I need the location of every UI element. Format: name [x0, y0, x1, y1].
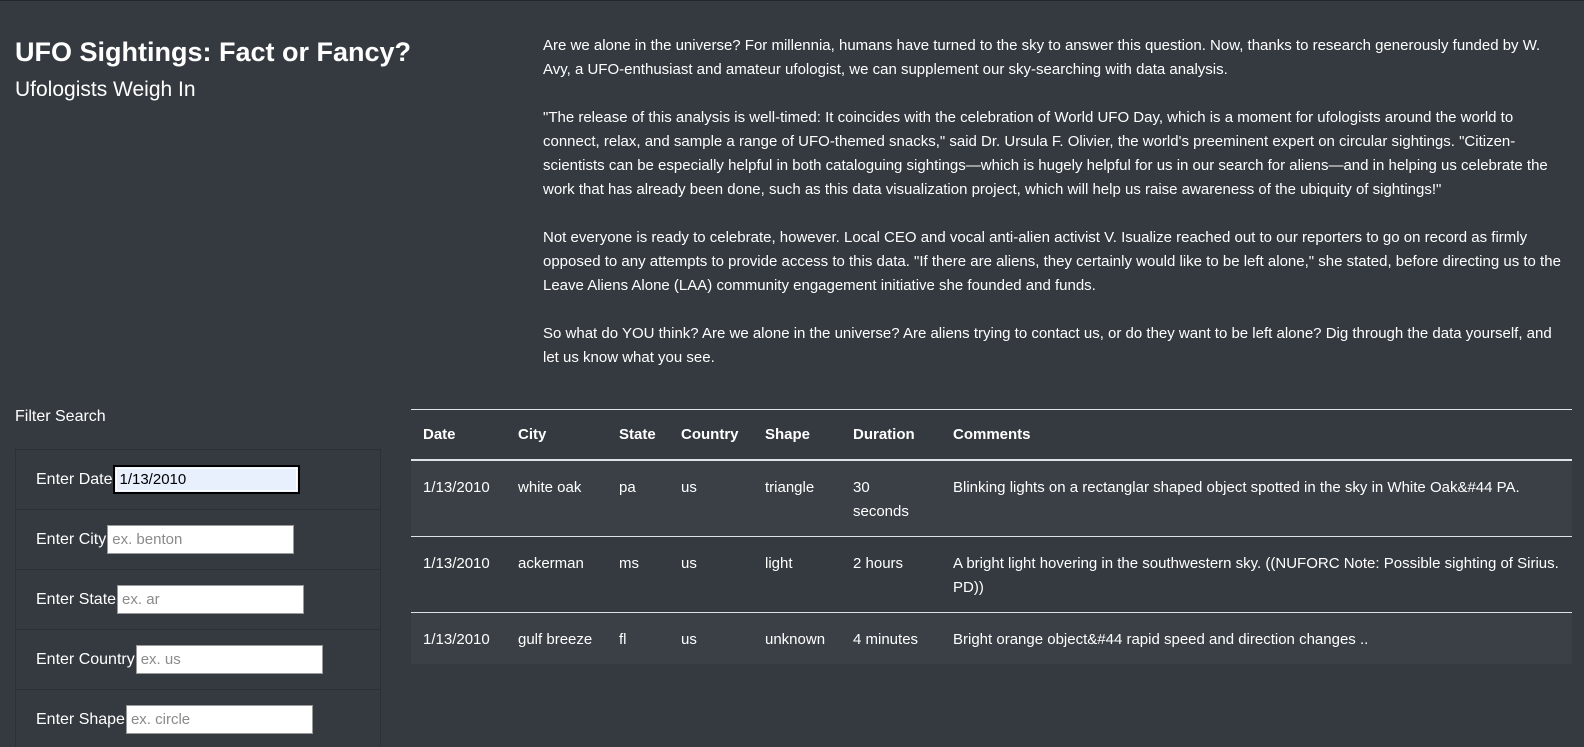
- filter-item-country: Enter Country: [16, 630, 380, 690]
- date-filter-label: Enter Date: [36, 470, 113, 488]
- filter-search-title: Filter Search: [15, 408, 106, 425]
- cell-shape: light: [753, 536, 841, 613]
- filter-item-state: Enter State: [16, 570, 380, 630]
- filter-item-shape: Enter Shape: [16, 690, 380, 747]
- table-row: 1/13/2010 ackerman ms us light 2 hours A…: [411, 536, 1572, 613]
- filter-item-city: Enter City: [16, 510, 380, 570]
- state-filter-label: Enter State: [36, 590, 117, 608]
- country-filter-input[interactable]: [135, 645, 323, 674]
- cell-country: us: [669, 460, 753, 537]
- page-subtitle: Ufologists Weigh In: [15, 78, 196, 101]
- page-title-main: UFO Sightings: Fact or Fancy?: [15, 37, 412, 67]
- ufo-table: Date City State Country Shape Duration C…: [411, 409, 1572, 664]
- filter-item-date: Enter Date: [16, 450, 380, 510]
- cell-city: gulf breeze: [518, 631, 593, 648]
- article-paragraph: Not everyone is ready to celebrate, howe…: [543, 229, 1561, 294]
- cell-city: ackerman: [506, 536, 607, 613]
- cell-country: us: [681, 631, 697, 648]
- cell-country: us: [669, 536, 753, 613]
- cell-shape: triangle: [753, 460, 841, 537]
- cell-comments: A bright light hovering in the southwest…: [941, 536, 1572, 613]
- column-header-state: State: [607, 409, 669, 461]
- article-paragraph: So what do YOU think? Are we alone in th…: [543, 325, 1552, 366]
- shape-filter-input[interactable]: [125, 705, 313, 734]
- date-filter-input[interactable]: [113, 465, 301, 494]
- table-row: 1/13/2010 white oak pa us triangle 30 se…: [411, 460, 1572, 537]
- article-text: Are we alone in the universe? For millen…: [543, 34, 1563, 370]
- table-header-row: Date City State Country Shape Duration C…: [411, 409, 1572, 461]
- top-border: [0, 0, 1584, 1]
- cell-shape: unknown: [765, 631, 826, 648]
- article-paragraph: Are we alone in the universe? For millen…: [543, 37, 1541, 78]
- column-header-date: Date: [411, 409, 506, 461]
- cell-date: 1/13/2010: [411, 460, 506, 537]
- cell-state: pa: [607, 460, 669, 537]
- filter-list: Enter Date Enter City Enter State Enter …: [15, 449, 381, 747]
- cell-duration: 2 hours: [841, 536, 941, 613]
- shape-filter-label: Enter Shape: [36, 710, 125, 728]
- cell-duration: 30 seconds: [841, 460, 941, 537]
- table-row: 1/13/2010 gulf breeze fl us unknown 4 mi…: [411, 612, 1572, 664]
- column-header-comments: Comments: [941, 409, 1572, 461]
- state-filter-input[interactable]: [117, 585, 305, 614]
- cell-city: white oak: [506, 460, 607, 537]
- cell-comments: Bright orange object&#44 rapid speed and…: [953, 631, 1369, 648]
- page-title: UFO Sightings: Fact or Fancy? Ufologists…: [15, 34, 505, 106]
- column-header-city: City: [506, 409, 607, 461]
- cell-date: 1/13/2010: [423, 631, 490, 648]
- article-paragraph: "The release of this analysis is well-ti…: [543, 109, 1548, 198]
- cell-duration: 4 minutes: [853, 631, 919, 648]
- column-header-country: Country: [669, 409, 753, 461]
- cell-date: 1/13/2010: [411, 536, 506, 613]
- cell-state: fl: [619, 631, 627, 648]
- cell-comments: Blinking lights on a rectanglar shaped o…: [941, 460, 1572, 537]
- column-header-duration: Duration: [841, 409, 941, 461]
- column-header-shape: Shape: [753, 409, 841, 461]
- cell-state: ms: [607, 536, 669, 613]
- city-filter-label: Enter City: [36, 530, 107, 548]
- country-filter-label: Enter Country: [36, 650, 135, 668]
- city-filter-input[interactable]: [107, 525, 295, 554]
- ufo-table-container: Date City State Country Shape Duration C…: [411, 409, 1572, 664]
